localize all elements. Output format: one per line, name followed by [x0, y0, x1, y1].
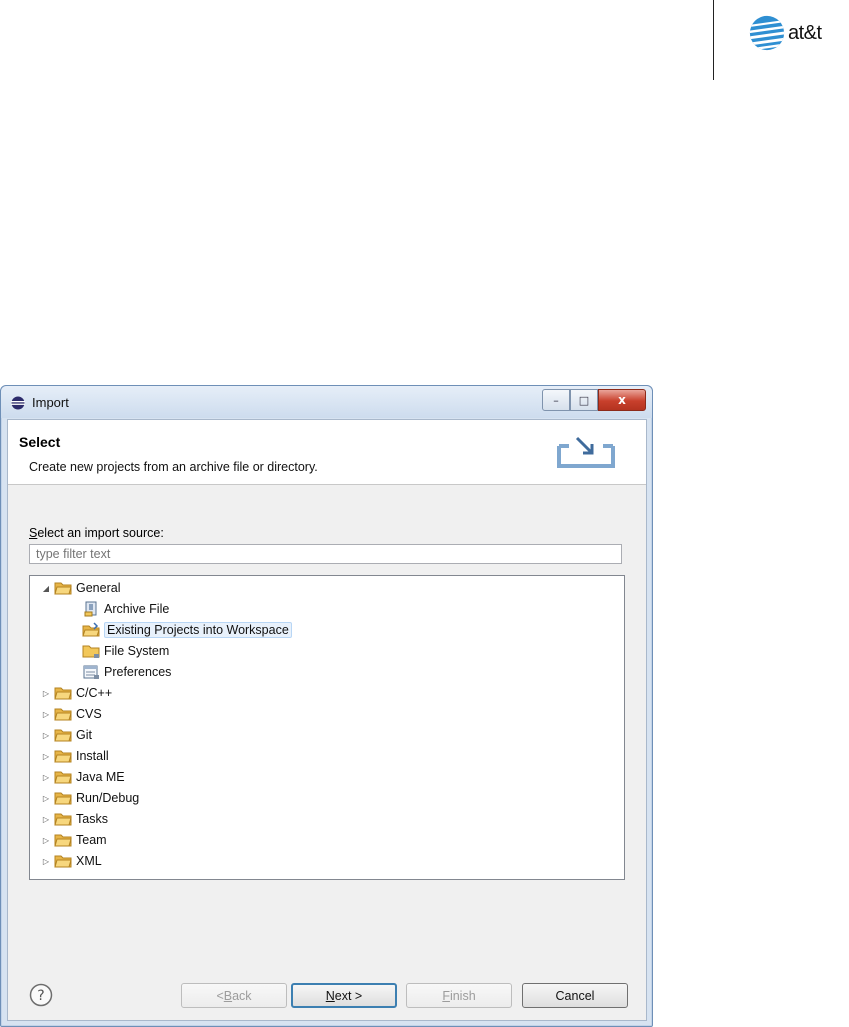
tree-item-label: Java ME [76, 770, 125, 784]
collapsed-arrow-icon[interactable]: ▷ [40, 689, 52, 698]
folder-icon [54, 813, 72, 826]
tree-item-file-system[interactable]: File System [80, 641, 169, 661]
import-wizard-icon [557, 436, 615, 468]
wizard-description: Create new projects from an archive file… [29, 460, 318, 474]
tree-item-label: CVS [76, 707, 102, 721]
page-divider [713, 0, 714, 80]
import-dialog: Import – □ x Select Create new projects … [0, 385, 653, 1027]
title-bar[interactable]: Import – □ x [1, 386, 652, 418]
window-controls: – □ x [542, 389, 646, 411]
folder-icon [54, 687, 72, 700]
collapsed-arrow-icon[interactable]: ▷ [40, 710, 52, 719]
folder-icon [54, 771, 72, 784]
tree-item-preferences[interactable]: Preferences [80, 662, 171, 682]
cancel-button[interactable]: Cancel [522, 983, 628, 1008]
att-logo: at&t [748, 14, 822, 52]
svg-text:?: ? [37, 988, 44, 1004]
minimize-icon: – [553, 393, 559, 407]
maximize-button[interactable]: □ [570, 389, 598, 411]
tree-item-cpp[interactable]: ▷ C/C++ [40, 683, 112, 703]
archive-file-icon [84, 601, 97, 617]
open-folder-icon [54, 582, 72, 595]
tree-item-label: Run/Debug [76, 791, 140, 805]
tree-item-git[interactable]: ▷ Git [40, 725, 92, 745]
tree-item-label: Install [76, 749, 109, 763]
tree-item-label: Tasks [76, 812, 108, 826]
tree-item-existing-projects[interactable]: Existing Projects into Workspace [80, 620, 292, 640]
existing-projects-icon [82, 622, 100, 637]
preferences-icon [83, 665, 99, 679]
expanded-arrow-icon[interactable]: ◢ [40, 584, 52, 593]
tree-item-label: Team [76, 833, 107, 847]
folder-icon [54, 729, 72, 742]
collapsed-arrow-icon[interactable]: ▷ [40, 752, 52, 761]
tree-item-label-selected: Existing Projects into Workspace [104, 622, 292, 638]
next-button[interactable]: Next > [291, 983, 397, 1008]
collapsed-arrow-icon[interactable]: ▷ [40, 794, 52, 803]
tree-item-run-debug[interactable]: ▷ Run/Debug [40, 788, 139, 808]
tree-item-label: Git [76, 728, 92, 742]
tree-item-java-me[interactable]: ▷ Java ME [40, 767, 125, 787]
finish-button[interactable]: Finish [406, 983, 512, 1008]
tree-item-label: C/C++ [76, 686, 113, 700]
tree-item-cvs[interactable]: ▷ CVS [40, 704, 102, 724]
collapsed-arrow-icon[interactable]: ▷ [40, 836, 52, 845]
minimize-button[interactable]: – [542, 389, 570, 411]
collapsed-arrow-icon[interactable]: ▷ [40, 815, 52, 824]
tree-item-tasks[interactable]: ▷ Tasks [40, 809, 108, 829]
eclipse-icon [11, 396, 25, 410]
import-source-label: Select an import source: [29, 526, 164, 540]
att-globe-icon [749, 15, 785, 51]
tree-item-team[interactable]: ▷ Team [40, 830, 107, 850]
tree-item-label: XML [76, 854, 102, 868]
folder-icon [54, 834, 72, 847]
tree-item-label: Preferences [104, 665, 172, 679]
file-system-folder-icon [82, 645, 100, 658]
window-title: Import [32, 395, 69, 410]
dialog-body: Select Create new projects from an archi… [7, 419, 647, 1021]
close-icon: x [618, 393, 626, 407]
wizard-title: Select [19, 434, 61, 450]
wizard-banner: Select Create new projects from an archi… [8, 420, 646, 485]
tree-item-label: General [76, 581, 121, 595]
filter-input[interactable] [29, 544, 622, 564]
att-logo-text: at&t [788, 21, 822, 44]
import-source-label-text: elect an import source: [37, 526, 164, 540]
maximize-icon: □ [578, 393, 590, 407]
close-button[interactable]: x [598, 389, 646, 411]
tree-item-label: Archive File [104, 602, 170, 616]
tree-item-archive-file[interactable]: Archive File [80, 599, 169, 619]
folder-icon [54, 750, 72, 763]
folder-icon [54, 708, 72, 721]
tree-item-install[interactable]: ▷ Install [40, 746, 109, 766]
back-button[interactable]: < Back [181, 983, 287, 1008]
import-source-tree[interactable]: ◢ General Archive File Existing Projects… [29, 575, 625, 880]
collapsed-arrow-icon[interactable]: ▷ [40, 731, 52, 740]
folder-icon [54, 792, 72, 805]
tree-item-label: File System [104, 644, 170, 658]
help-icon[interactable]: ? [29, 983, 53, 1007]
tree-item-xml[interactable]: ▷ XML [40, 851, 102, 871]
folder-icon [54, 855, 72, 868]
tree-item-general[interactable]: ◢ General [40, 578, 121, 598]
collapsed-arrow-icon[interactable]: ▷ [40, 773, 52, 782]
collapsed-arrow-icon[interactable]: ▷ [40, 857, 52, 866]
